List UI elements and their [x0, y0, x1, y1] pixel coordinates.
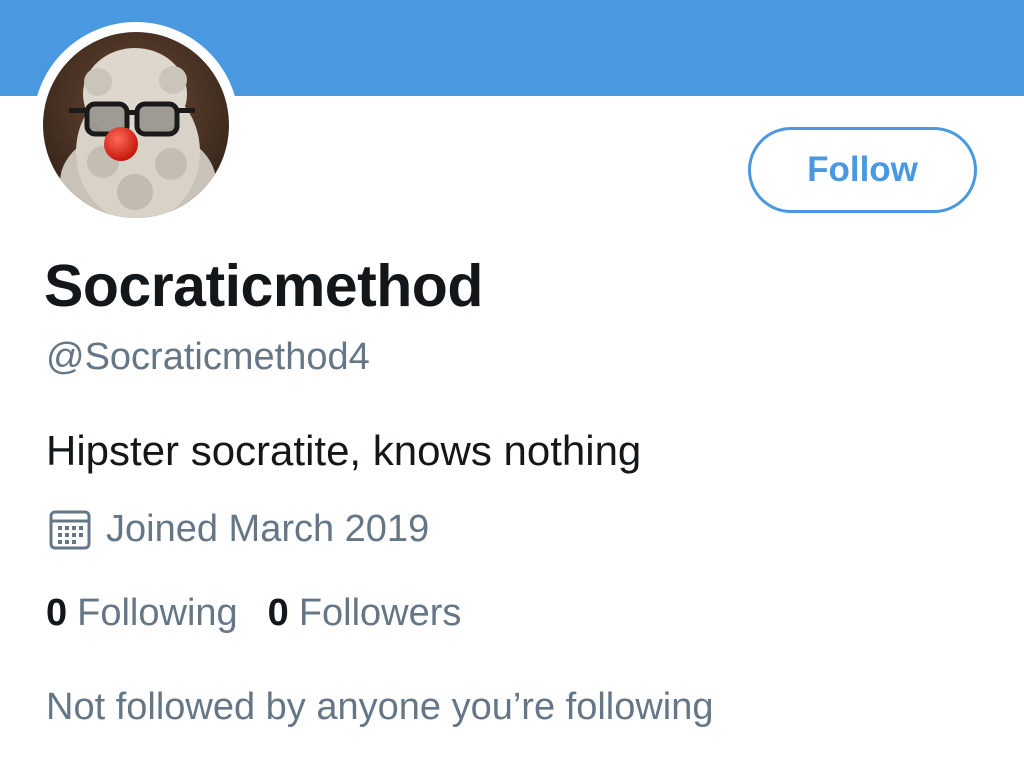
user-handle: @Socraticmethod4 — [46, 336, 370, 378]
joined-date: Joined March 2019 — [48, 507, 429, 551]
followers-count: 0 — [267, 592, 289, 634]
profile-avatar[interactable] — [33, 22, 239, 228]
profile-stats: 0 Following 0 Followers — [46, 592, 461, 635]
followers-label: Followers — [298, 592, 462, 634]
following-count: 0 — [46, 592, 68, 634]
avatar-image — [43, 32, 229, 218]
display-name: Socraticmethod — [44, 253, 483, 319]
following-label: Following — [77, 592, 238, 634]
follow-button[interactable]: Follow — [748, 127, 977, 213]
followers-stat[interactable]: 0 Followers — [268, 592, 462, 635]
calendar-icon — [48, 507, 92, 551]
social-context: Not followed by anyone you’re following — [46, 686, 714, 728]
following-stat[interactable]: 0 Following — [46, 592, 238, 635]
profile-page: Follow Socraticmethod @Socraticmethod4 H… — [0, 0, 1024, 760]
joined-text: Joined March 2019 — [106, 507, 430, 550]
user-bio: Hipster socratite, knows nothing — [46, 427, 642, 474]
